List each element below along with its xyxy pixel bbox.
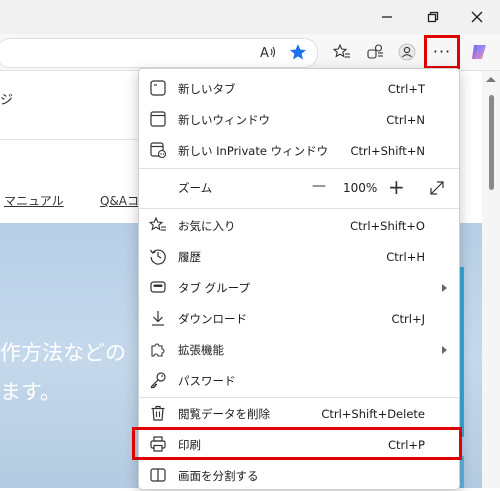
menu-item-label: 拡張機能 — [178, 342, 224, 357]
download-icon — [149, 309, 167, 327]
zoom-in-button[interactable]: + — [388, 177, 405, 197]
restore-icon — [427, 11, 439, 23]
menu-item-shortcut: Ctrl+Shift+Delete — [321, 406, 425, 421]
menu-item-new-window[interactable]: 新しいウィンドウ Ctrl+N — [139, 104, 459, 135]
menu-item-shortcut: Ctrl+Shift+O — [350, 218, 425, 233]
menu-item-shortcut: Ctrl+J — [391, 311, 426, 326]
minimize-icon — [382, 16, 392, 18]
menu-item-new-tab[interactable]: 新しいタブ Ctrl+T — [139, 73, 459, 104]
close-icon — [471, 11, 483, 23]
zoom-level: 100% — [343, 181, 378, 195]
page-header-text: ジ — [0, 93, 14, 108]
browser-toolbar: A ··· — [0, 34, 500, 71]
menu-item-label: 新しいタブ — [178, 81, 236, 96]
menu-item-favorites[interactable]: お気に入り Ctrl+Shift+O — [139, 210, 459, 241]
scroll-up-icon[interactable] — [486, 77, 496, 82]
menu-item-label: ダウンロード — [178, 311, 247, 326]
menu-item-label: 画面を分割する — [178, 468, 259, 483]
menu-item-split-screen[interactable]: 画面を分割する — [139, 460, 459, 491]
menu-item-passwords[interactable]: パスワード — [139, 365, 459, 396]
qa-link[interactable]: Q&Aコ — [100, 192, 139, 209]
menu-item-label: タブ グループ — [178, 280, 250, 295]
read-aloud-button[interactable]: A — [258, 41, 280, 63]
menu-item-history[interactable]: 履歴 Ctrl+H — [139, 241, 459, 272]
menu-item-shortcut: Ctrl+Shift+N — [350, 143, 425, 158]
collections-button[interactable] — [364, 41, 386, 63]
hero-text-line-2: ます。 — [0, 380, 61, 404]
key-icon — [149, 371, 167, 389]
read-aloud-icon: A — [260, 46, 276, 61]
menu-item-shortcut: Ctrl+H — [386, 249, 425, 264]
menu-item-downloads[interactable]: ダウンロード Ctrl+J — [139, 303, 459, 334]
fullscreen-button[interactable] — [428, 179, 446, 197]
menu-item-label: 新しいウィンドウ — [178, 112, 270, 127]
title-bar — [0, 0, 500, 34]
more-icon: ··· — [432, 42, 452, 61]
profile-icon — [398, 43, 416, 61]
manual-link[interactable]: マニュアル — [4, 192, 64, 209]
menu-item-label: 新しい InPrivate ウィンドウ — [178, 143, 329, 158]
menu-item-extensions[interactable]: 拡張機能 — [139, 334, 459, 365]
chevron-right-icon — [442, 283, 447, 292]
menu-separator — [139, 168, 459, 169]
print-highlight-box — [132, 427, 462, 460]
favorites-list-icon — [333, 43, 350, 58]
copilot-icon — [472, 45, 486, 59]
split-screen-icon — [149, 466, 167, 484]
menu-item-label: 閲覧データを削除 — [178, 406, 270, 421]
minimize-button[interactable] — [376, 6, 398, 28]
copilot-button[interactable] — [468, 41, 490, 63]
scrollbar-thumb[interactable] — [489, 95, 494, 190]
divider — [0, 139, 140, 140]
menu-item-label: 履歴 — [178, 249, 201, 264]
settings-and-more-button[interactable]: ··· — [424, 35, 460, 69]
chevron-right-icon — [442, 345, 447, 354]
star-icon — [290, 44, 306, 60]
favorites-icon — [149, 216, 167, 234]
menu-item-label: お気に入り — [178, 218, 236, 233]
close-window-button[interactable] — [466, 6, 488, 28]
menu-separator — [139, 208, 459, 209]
favorites-button[interactable] — [331, 41, 353, 63]
profile-button[interactable] — [396, 41, 418, 63]
menu-item-zoom: ズーム — 100% + — [139, 171, 459, 205]
history-icon — [149, 247, 167, 265]
restore-button[interactable] — [422, 6, 444, 28]
trash-icon — [149, 404, 167, 422]
menu-item-tab-groups[interactable]: タブ グループ — [139, 272, 459, 303]
zoom-label: ズーム — [178, 181, 213, 195]
menu-item-shortcut: Ctrl+T — [387, 81, 425, 96]
new-window-icon — [149, 110, 167, 128]
add-favorite-button[interactable] — [287, 41, 309, 63]
inprivate-icon — [149, 141, 167, 159]
extensions-icon — [149, 340, 167, 358]
new-tab-icon — [149, 79, 167, 97]
menu-item-new-inprivate-window[interactable]: 新しい InPrivate ウィンドウ Ctrl+Shift+N — [139, 135, 459, 166]
svg-text:A: A — [260, 46, 269, 61]
hero-text-line-1: 作方法などの — [0, 341, 126, 365]
page-scrollbar[interactable] — [482, 71, 500, 488]
tab-groups-icon — [149, 278, 167, 296]
zoom-out-button[interactable]: — — [312, 176, 326, 196]
fullscreen-icon — [430, 181, 444, 195]
menu-item-shortcut: Ctrl+N — [386, 112, 425, 127]
collections-icon — [367, 44, 383, 59]
menu-item-label: パスワード — [178, 373, 236, 388]
menu-item-clear-browsing-data[interactable]: 閲覧データを削除 Ctrl+Shift+Delete — [139, 398, 459, 429]
